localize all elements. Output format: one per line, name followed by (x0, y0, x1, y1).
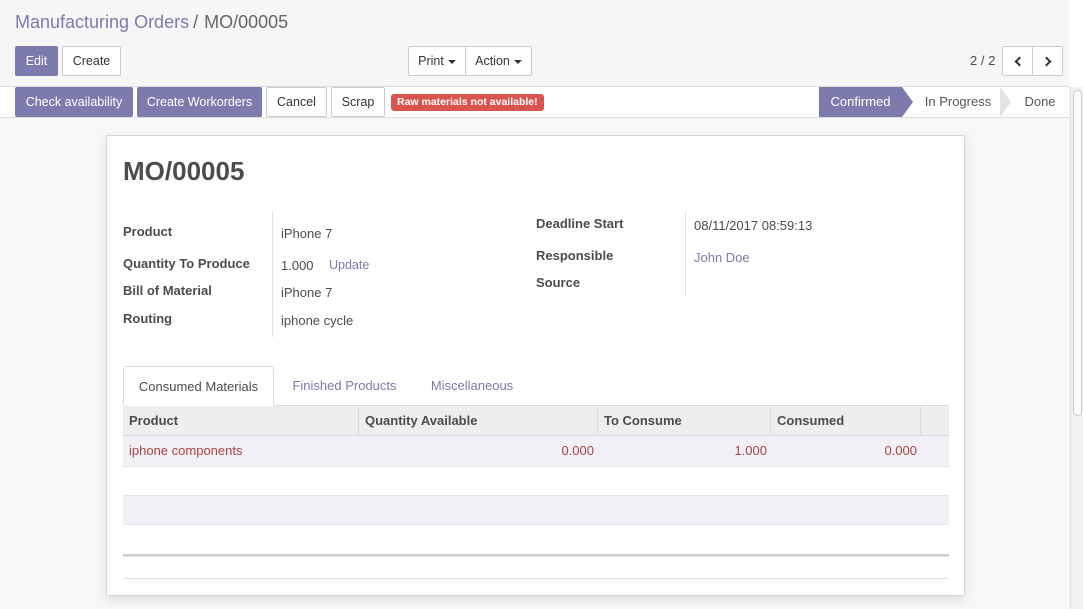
breadcrumb-parent-link[interactable]: Manufacturing Orders (15, 12, 189, 32)
column-header-to-consume[interactable]: To Consume (598, 406, 771, 435)
field-divider (685, 212, 686, 297)
table-row[interactable]: iphone components 0.000 1.000 0.000 (123, 436, 949, 466)
breadcrumb-current: MO/00005 (204, 12, 289, 32)
quantity-label: Quantity To Produce (123, 256, 250, 271)
statusbar: Check availability Create Workorders Can… (0, 87, 1070, 118)
table-footer (123, 554, 949, 557)
action-dropdown[interactable]: Action (465, 46, 532, 76)
chevron-right-icon (1041, 56, 1051, 67)
cell-product: iphone components (129, 443, 243, 458)
breadcrumb: Manufacturing Orders / MO/00005 (15, 12, 288, 33)
column-header-consumed[interactable]: Consumed (771, 406, 921, 435)
cell-consumed: 0.000 (884, 443, 917, 458)
pager-previous-button[interactable] (1002, 46, 1033, 76)
routing-label: Routing (123, 311, 173, 326)
deadline-label: Deadline Start (536, 216, 624, 231)
update-quantity-link[interactable]: Update (329, 258, 369, 272)
table-header: Product Quantity Available To Consume Co… (123, 406, 949, 437)
print-label: Print (418, 54, 444, 68)
raw-materials-warning-badge: Raw materials not available! (391, 94, 544, 111)
responsible-label: Responsible (536, 248, 614, 263)
record-title: MO/00005 (123, 156, 245, 186)
create-workorders-button[interactable]: Create Workorders (137, 87, 262, 117)
scrap-button[interactable]: Scrap (331, 87, 385, 117)
caret-down-icon (513, 59, 522, 64)
responsible-link[interactable]: John Doe (694, 250, 750, 265)
cancel-button[interactable]: Cancel (266, 87, 327, 117)
form-sheet: MO/00005 Product iPhone 7 Quantity To Pr… (106, 135, 965, 596)
tab-miscellaneous[interactable]: Miscellaneous (421, 366, 523, 406)
bom-label: Bill of Material (123, 283, 212, 298)
bom-value: iPhone 7 (281, 285, 333, 300)
control-panel: Manufacturing Orders / MO/00005 Edit Creat… (0, 0, 1070, 87)
product-label: Product (123, 224, 173, 239)
cell-to-consume: 1.000 (734, 443, 767, 458)
table-row-empty (123, 495, 949, 525)
tab-finished-products[interactable]: Finished Products (282, 366, 407, 406)
source-label: Source (536, 275, 581, 290)
table-bottom-line (123, 578, 949, 579)
tab-consumed-materials[interactable]: Consumed Materials (123, 366, 274, 406)
field-divider (272, 212, 273, 337)
scrollbar[interactable] (1070, 87, 1083, 609)
check-availability-button[interactable]: Check availability (15, 87, 133, 117)
caret-down-icon (447, 59, 456, 64)
action-label: Action (475, 54, 510, 68)
routing-value: iphone cycle (281, 313, 354, 328)
pager-value: 2 / 2 (970, 53, 996, 68)
cell-quantity-available: 0.000 (561, 443, 594, 458)
print-dropdown[interactable]: Print (408, 46, 466, 76)
column-header-quantity-available[interactable]: Quantity Available (359, 406, 598, 435)
edit-button[interactable]: Edit (15, 46, 58, 76)
pager-next-button[interactable] (1032, 46, 1063, 76)
deadline-value: 08/11/2017 08:59:13 (694, 218, 813, 233)
stage-done[interactable]: Done (1012, 87, 1068, 117)
scrollbar-thumb[interactable] (1073, 90, 1082, 416)
create-button[interactable]: Create (62, 46, 121, 76)
chevron-left-icon (1014, 56, 1024, 67)
breadcrumb-separator: / (193, 12, 199, 32)
stage-in-progress[interactable]: In Progress (913, 87, 1003, 117)
column-header-product[interactable]: Product (123, 406, 359, 435)
product-value: iPhone 7 (281, 226, 333, 241)
stage-arrow (1000, 87, 1011, 117)
quantity-value: 1.000 (281, 258, 314, 273)
stage-confirmed[interactable]: Confirmed (819, 87, 902, 117)
stage-arrow (902, 87, 913, 117)
table-row-empty (123, 466, 949, 496)
